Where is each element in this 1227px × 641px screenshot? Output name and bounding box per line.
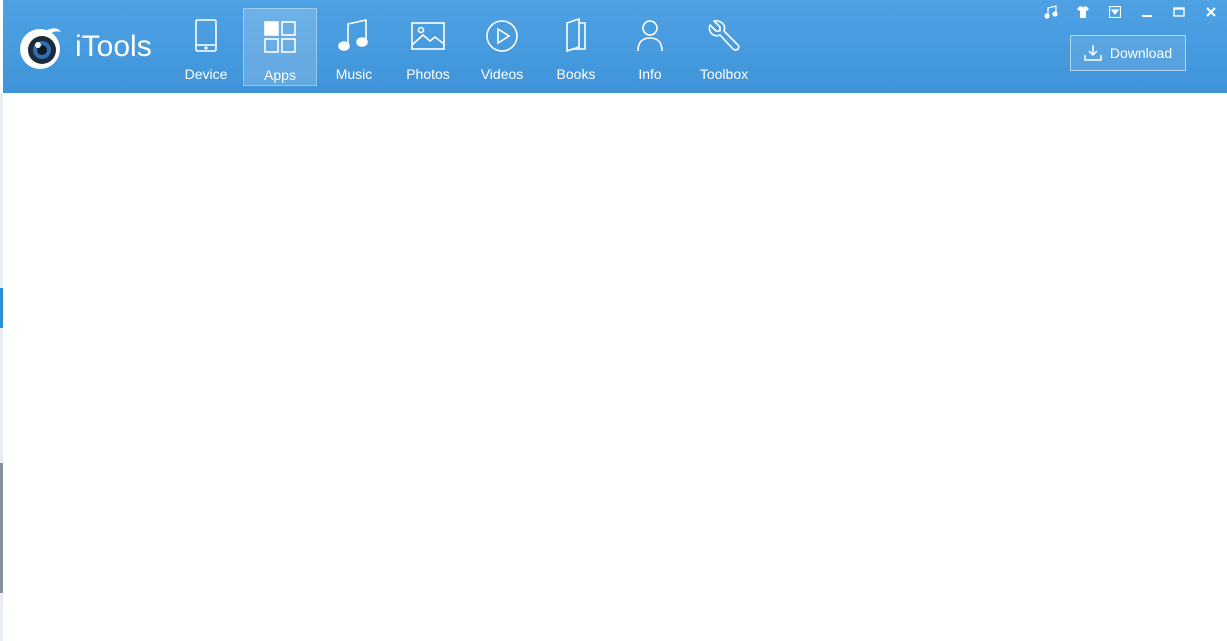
skin-button[interactable] (1067, 0, 1099, 24)
close-icon (1206, 7, 1216, 17)
itools-logo-icon (17, 24, 63, 70)
nav-device[interactable]: Device (169, 8, 243, 86)
download-label: Download (1109, 45, 1173, 61)
nav-apps[interactable]: Apps (243, 8, 317, 86)
shirt-icon (1077, 6, 1089, 18)
nav-label: Books (556, 66, 596, 82)
nav-label: Info (638, 66, 662, 82)
music-note-icon (1044, 5, 1058, 19)
nav-videos[interactable]: Videos (465, 8, 539, 86)
minimize-icon (1142, 15, 1152, 17)
music-note-icon (336, 18, 372, 54)
photo-icon (410, 18, 446, 54)
nav-toolbox[interactable]: Toolbox (687, 8, 761, 86)
menu-button[interactable] (1099, 0, 1131, 24)
window-controls (1035, 0, 1227, 24)
maximize-icon (1173, 7, 1185, 17)
app-logo: iTools (17, 24, 152, 70)
wrench-icon (706, 18, 742, 54)
itools-window: iTools Device Apps Music Photos Videos B… (0, 0, 1227, 641)
close-button[interactable] (1195, 0, 1227, 24)
download-button[interactable]: Download (1070, 35, 1186, 71)
skin-music-button[interactable] (1035, 0, 1067, 24)
main-nav: Device Apps Music Photos Videos Books In… (169, 8, 761, 86)
device-icon (188, 18, 224, 54)
main-content-area (3, 93, 1227, 641)
maximize-button[interactable] (1163, 0, 1195, 24)
dropdown-icon (1109, 6, 1121, 18)
app-name: iTools (75, 30, 152, 63)
nav-label: Videos (480, 66, 524, 82)
nav-label: Photos (406, 66, 450, 82)
book-icon (558, 17, 594, 54)
nav-label: Music (335, 66, 373, 82)
person-icon (632, 18, 668, 54)
nav-photos[interactable]: Photos (391, 8, 465, 86)
title-bar: iTools Device Apps Music Photos Videos B… (3, 0, 1227, 93)
download-icon (1084, 45, 1102, 61)
nav-label: Toolbox (699, 66, 749, 82)
nav-label: Apps (264, 67, 296, 83)
nav-info[interactable]: Info (613, 8, 687, 86)
apps-grid-icon (262, 19, 298, 55)
nav-label: Device (184, 66, 228, 82)
nav-music[interactable]: Music (317, 8, 391, 86)
minimize-button[interactable] (1131, 0, 1163, 24)
play-circle-icon (484, 18, 520, 54)
nav-books[interactable]: Books (539, 8, 613, 86)
